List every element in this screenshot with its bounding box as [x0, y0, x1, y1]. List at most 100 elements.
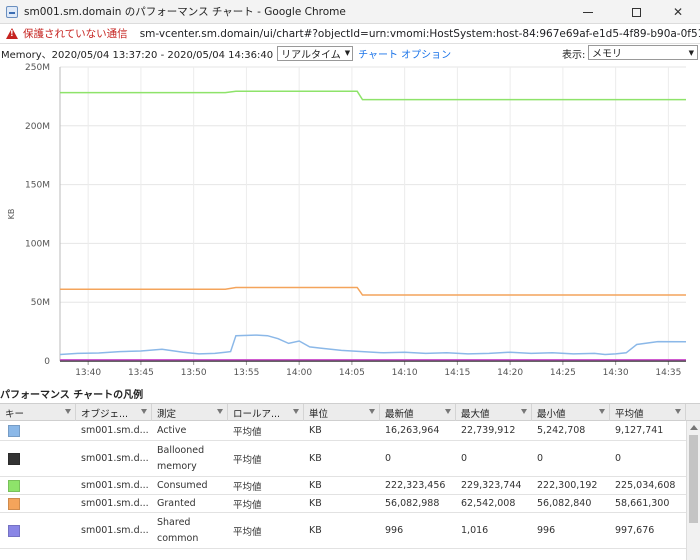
series-color-swatch	[8, 480, 20, 492]
x-tick-label: 13:40	[75, 368, 101, 378]
column-header[interactable]: 最新値	[380, 404, 456, 421]
column-header[interactable]: 最大値	[456, 404, 532, 421]
cell-latest: 16,263,964	[385, 425, 440, 436]
series-color-swatch	[8, 425, 20, 437]
y-tick-label: 50M	[31, 298, 50, 308]
filter-icon[interactable]	[369, 409, 375, 414]
page-favicon-icon	[6, 5, 18, 18]
y-tick-label: 200M	[25, 122, 50, 132]
chevron-down-icon: ▼	[344, 49, 351, 57]
chart-option-link[interactable]: チャート オプション	[358, 46, 451, 61]
filter-icon[interactable]	[217, 409, 223, 414]
column-header-label: 最新値	[385, 408, 414, 420]
series-line-granted	[60, 286, 686, 296]
cell-max: 0	[461, 453, 468, 464]
close-icon: ✕	[672, 5, 684, 19]
column-header[interactable]: ロールア...	[228, 404, 304, 421]
filter-icon[interactable]	[293, 409, 299, 414]
x-tick-label: 14:10	[392, 368, 418, 378]
table-row[interactable]: sm001.sm.d... Consumed 平均値 KB 222,323,456 229…	[0, 477, 686, 495]
x-tick-label: 13:50	[181, 368, 207, 378]
cell-min: 222,300,192	[537, 480, 598, 491]
x-tick-label: 14:15	[444, 368, 470, 378]
cell-measure: Ballooned memory	[157, 444, 205, 472]
maximize-icon	[631, 7, 641, 17]
cell-object: sm001.sm.d...	[81, 453, 149, 464]
table-row[interactable]: sm001.sm.d... Active 平均値 KB 16,263,964 22,739…	[0, 421, 686, 441]
cell-min: 0	[537, 453, 544, 464]
cell-unit: KB	[309, 453, 322, 464]
x-tick-label: 14:05	[339, 368, 365, 378]
column-header[interactable]: 単位	[304, 404, 380, 421]
cell-measure: Consumed	[157, 479, 208, 491]
column-header[interactable]: 測定	[152, 404, 228, 421]
realtime-select[interactable]: リアルタイム ▼	[277, 45, 354, 61]
metric-select[interactable]: メモリ ▼	[588, 45, 698, 60]
column-header[interactable]: 平均値	[610, 404, 686, 421]
x-tick-label: 13:45	[128, 368, 154, 378]
warning-icon	[6, 28, 18, 39]
filter-icon[interactable]	[445, 409, 451, 414]
cell-unit: KB	[309, 425, 322, 436]
cell-measure: Active	[157, 424, 187, 436]
series-color-swatch	[8, 525, 20, 537]
cell-min: 996	[537, 525, 556, 536]
legend-table-header: キー オブジェ... 測定 ロールア... 単位 最新値 最大値 最小値 平均値	[0, 403, 700, 421]
scroll-up-icon[interactable]	[690, 425, 698, 430]
column-header[interactable]: キー	[0, 404, 76, 421]
maximize-button[interactable]	[614, 0, 658, 24]
cell-object: sm001.sm.d...	[81, 480, 149, 491]
cell-max: 22,739,912	[461, 425, 516, 436]
cell-unit: KB	[309, 498, 322, 509]
cell-rollup: 平均値	[233, 481, 262, 493]
filter-icon[interactable]	[599, 409, 605, 414]
x-tick-label: 14:30	[603, 368, 629, 378]
cell-min: 5,242,708	[537, 425, 586, 436]
cell-measure: Granted	[157, 497, 196, 509]
window-title: sm001.sm.domain のパフォーマンス チャート - Google C…	[24, 6, 346, 18]
close-button[interactable]: ✕	[656, 0, 700, 24]
table-row[interactable]: sm001.sm.d... Shared common 平均値 KB 996 1,016 9…	[0, 513, 686, 549]
chevron-down-icon: ▼	[688, 48, 694, 57]
series-color-swatch	[8, 498, 20, 510]
minimize-button[interactable]	[566, 0, 610, 24]
filter-icon[interactable]	[141, 409, 147, 414]
cell-avg: 0	[615, 453, 622, 464]
column-header[interactable]: オブジェ...	[76, 404, 152, 421]
address-bar[interactable]: 保護されていない通信 sm-vcenter.sm.domain/ui/chart…	[0, 24, 700, 44]
url-text[interactable]: sm-vcenter.sm.domain/ui/chart#?objectId=…	[140, 28, 700, 40]
memory-chart[interactable]: 250M 200M 150M 100M 50M 0 13:40 13:45 13:50 13:55…	[0, 62, 700, 382]
cell-latest: 56,082,988	[385, 498, 440, 509]
column-header-label: 平均値	[615, 408, 644, 420]
cell-rollup: 平均値	[233, 426, 262, 438]
filter-icon[interactable]	[521, 409, 527, 414]
cell-max: 62,542,008	[461, 498, 516, 509]
minimize-icon	[583, 11, 593, 13]
filter-icon[interactable]	[65, 409, 71, 414]
insecure-label[interactable]: 保護されていない通信	[23, 26, 128, 41]
column-header[interactable]: 最小値	[532, 404, 610, 421]
cell-object: sm001.sm.d...	[81, 525, 149, 536]
column-header-label: 最大値	[461, 408, 490, 420]
column-header-label: 測定	[157, 408, 177, 420]
cell-latest: 222,323,456	[385, 480, 446, 491]
series-color-swatch	[8, 453, 20, 465]
x-tick-label: 14:35	[655, 368, 681, 378]
metric-select-value: メモリ	[592, 49, 622, 60]
legend-title: パフォーマンス チャートの凡例	[0, 390, 144, 401]
y-tick-label: 100M	[25, 239, 50, 249]
column-header-label: 単位	[309, 408, 329, 420]
filter-icon[interactable]	[675, 409, 681, 414]
y-tick-label: 250M	[25, 63, 50, 73]
column-header-label: キー	[5, 408, 25, 420]
chart-range-label: Memory、2020/05/04 13:37:20 - 2020/05/04 …	[1, 49, 274, 61]
cell-avg: 225,034,608	[615, 480, 676, 491]
series-line-active	[59, 334, 687, 356]
table-row[interactable]: sm001.sm.d... Granted 平均値 KB 56,082,988 62,54…	[0, 495, 686, 513]
table-row[interactable]: sm001.sm.d... Ballooned memory 平均値 KB 0 0 0 0	[0, 441, 686, 477]
column-header-label: オブジェ...	[81, 408, 129, 420]
scrollbar-thumb[interactable]	[689, 435, 698, 523]
legend-scrollbar[interactable]	[686, 421, 700, 560]
cell-rollup: 平均値	[233, 454, 262, 466]
cell-latest: 996	[385, 525, 404, 536]
